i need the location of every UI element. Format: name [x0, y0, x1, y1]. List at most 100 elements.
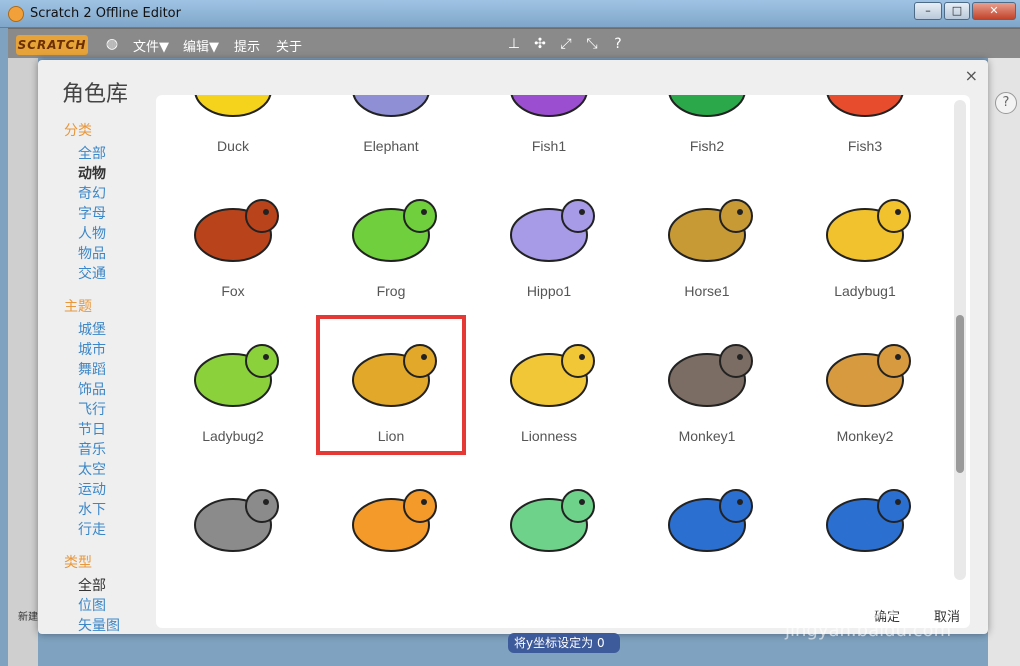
sprite-name: Hippo1 — [526, 283, 572, 299]
sprite-tile[interactable]: Frog — [316, 170, 466, 310]
maximize-button[interactable]: □ — [944, 2, 970, 20]
type-heading: 类型 — [64, 555, 92, 571]
new-sprite-label: 新建 — [18, 612, 38, 623]
shrink-icon[interactable]: ⤡ — [584, 36, 600, 52]
sprite-tile[interactable] — [790, 460, 940, 600]
theme-holiday[interactable]: 节日 — [78, 420, 164, 440]
grow-icon[interactable]: ⤢ — [558, 36, 574, 52]
stamp-icon[interactable]: ⊥ — [506, 36, 522, 52]
sprite-grid: Duck Elephant Fish1 Fish2 Fish3 Fox Frog Hippo1… — [156, 95, 970, 628]
theme-castle[interactable]: 城堡 — [78, 320, 164, 340]
window-titlebar: Scratch 2 Offline Editor – □ ✕ — [0, 0, 1020, 28]
set-y-block-text: 将y坐标设定为 — [514, 636, 594, 650]
watermark-site: jingyan.baidu.com — [785, 620, 952, 641]
sprite-thumbnail-icon — [194, 344, 279, 407]
set-y-block-value[interactable]: 0 — [597, 636, 605, 650]
sprite-tile[interactable]: Fish1 — [474, 95, 624, 165]
close-window-button[interactable]: ✕ — [972, 2, 1016, 20]
sprite-thumbnail-icon — [668, 95, 746, 117]
theme-walking[interactable]: 行走 — [78, 520, 164, 540]
editor-background-right — [988, 58, 1020, 666]
sprite-tile[interactable]: Monkey2 — [790, 315, 940, 455]
sprite-tile[interactable]: Ladybug1 — [790, 170, 940, 310]
sprite-thumbnail-icon — [826, 344, 911, 407]
sprite-tile[interactable]: Fish3 — [790, 95, 940, 165]
sprite-tile[interactable]: Horse1 — [632, 170, 782, 310]
theme-city[interactable]: 城市 — [78, 340, 164, 360]
theme-dance[interactable]: 舞蹈 — [78, 360, 164, 380]
theme-underwater[interactable]: 水下 — [78, 500, 164, 520]
dialog-close-icon[interactable]: × — [965, 66, 978, 85]
menu-tips[interactable]: 提示 — [234, 36, 260, 55]
globe-icon[interactable]: ◍ — [104, 36, 120, 52]
menu-bar: SCRATCH ◍ 文件▼ 编辑▼ 提示 关于 ⊥ ✣ ⤢ ⤡ ? — [8, 28, 1020, 58]
category-heading: 分类 — [64, 123, 92, 139]
sprite-tile[interactable]: Monkey1 — [632, 315, 782, 455]
dialog-title: 角色库 — [62, 82, 129, 107]
theme-space[interactable]: 太空 — [78, 460, 164, 480]
type-vector[interactable]: 矢量图 — [78, 616, 164, 636]
library-sidebar: 分类 全部 动物 奇幻 字母 人物 物品 交通 主题 城堡 城市 舞蹈 饰品 飞… — [64, 120, 164, 636]
sprite-thumbnail-icon — [194, 199, 279, 262]
sprite-thumbnail-icon — [510, 95, 588, 117]
sprite-thumbnail-icon — [510, 199, 595, 262]
sprite-name: Lion — [377, 428, 405, 444]
sprite-tile[interactable]: Hippo1 — [474, 170, 624, 310]
scratch-logo[interactable]: SCRATCH — [16, 35, 88, 55]
sprite-tile[interactable] — [316, 460, 466, 600]
editor-background-left — [8, 58, 38, 666]
sprite-name: Horse1 — [684, 283, 730, 299]
sprite-thumbnail-icon — [510, 489, 595, 552]
category-all[interactable]: 全部 — [78, 144, 164, 164]
category-people[interactable]: 人物 — [78, 224, 164, 244]
sprite-thumbnail-icon — [352, 344, 437, 407]
sprite-thumbnail-icon — [352, 95, 430, 117]
sprite-tile[interactable]: Lionness — [474, 315, 624, 455]
menu-file[interactable]: 文件▼ — [133, 36, 169, 55]
move-icon[interactable]: ✣ — [532, 36, 548, 52]
sprite-name: Fish1 — [531, 138, 567, 154]
sprite-name: Ladybug2 — [202, 428, 264, 444]
sprite-tile[interactable] — [632, 460, 782, 600]
theme-music[interactable]: 音乐 — [78, 440, 164, 460]
category-letters[interactable]: 字母 — [78, 204, 164, 224]
sprite-thumbnail-icon — [668, 489, 753, 552]
menu-edit[interactable]: 编辑▼ — [183, 36, 219, 55]
theme-flying[interactable]: 飞行 — [78, 400, 164, 420]
sprite-thumbnail-icon — [352, 199, 437, 262]
category-transport[interactable]: 交通 — [78, 264, 164, 284]
sprite-tile[interactable] — [158, 460, 308, 600]
sprite-thumbnail-icon — [194, 95, 272, 117]
sprite-name: Fish3 — [847, 138, 883, 154]
type-bitmap[interactable]: 位图 — [78, 596, 164, 616]
set-y-block[interactable]: 将y坐标设定为 0 — [508, 633, 620, 653]
watermark-logo: Bai经验 — [785, 588, 899, 623]
sprite-tile[interactable]: Fish2 — [632, 95, 782, 165]
sprite-tile[interactable] — [474, 460, 624, 600]
theme-dress-up[interactable]: 饰品 — [78, 380, 164, 400]
type-all[interactable]: 全部 — [78, 576, 164, 596]
window-title: Scratch 2 Offline Editor — [30, 6, 181, 21]
minimize-button[interactable]: – — [914, 2, 942, 20]
sprite-tile[interactable]: Elephant — [316, 95, 466, 165]
category-animals[interactable]: 动物 — [78, 164, 164, 184]
category-fantasy[interactable]: 奇幻 — [78, 184, 164, 204]
theme-sports[interactable]: 运动 — [78, 480, 164, 500]
sprite-tile[interactable]: Ladybug2 — [158, 315, 308, 455]
scrollbar-thumb[interactable] — [956, 315, 964, 473]
sprite-tile[interactable]: Lion — [316, 315, 466, 455]
sprite-thumbnail-icon — [510, 344, 595, 407]
sprite-tile[interactable]: Fox — [158, 170, 308, 310]
category-things[interactable]: 物品 — [78, 244, 164, 264]
sprite-thumbnail-icon — [826, 489, 911, 552]
help-icon-side[interactable]: ? — [995, 92, 1017, 114]
sprite-thumbnail-icon — [826, 199, 911, 262]
help-icon[interactable]: ? — [610, 36, 626, 52]
sprite-name: Monkey1 — [678, 428, 736, 444]
sprite-name: Fox — [221, 283, 245, 299]
sprite-thumbnail-icon — [668, 199, 753, 262]
sprite-thumbnail-icon — [194, 489, 279, 552]
sprite-name: Lionness — [520, 428, 578, 444]
menu-about[interactable]: 关于 — [276, 36, 302, 55]
sprite-tile[interactable]: Duck — [158, 95, 308, 165]
